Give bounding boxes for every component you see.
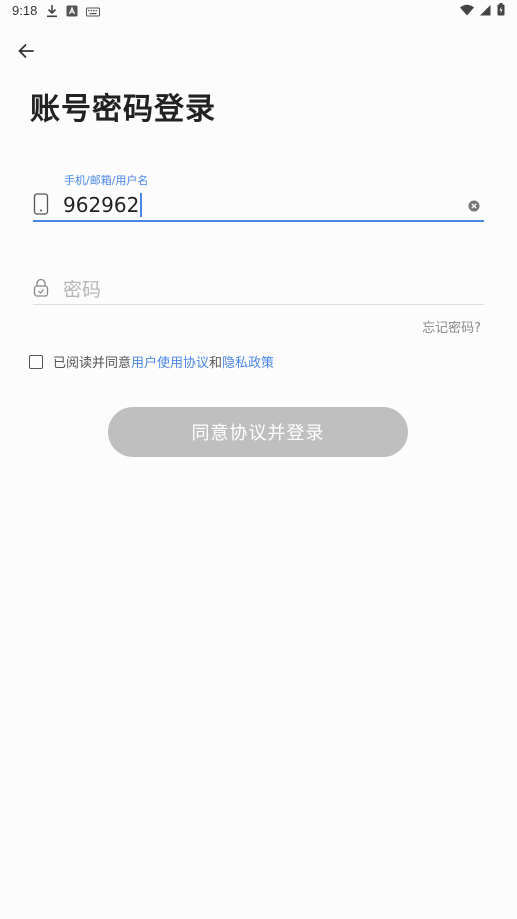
wifi-icon	[460, 4, 474, 20]
a-notification-icon	[66, 5, 78, 21]
password-input[interactable]: 密码	[63, 275, 101, 302]
terms-link[interactable]: 用户使用协议	[131, 352, 209, 371]
text-caret	[140, 193, 143, 217]
status-time: 9:18	[12, 3, 38, 18]
download-icon	[46, 4, 58, 22]
phone-input[interactable]: 962962	[63, 193, 143, 217]
phone-icon	[33, 193, 49, 219]
lock-icon	[33, 278, 49, 301]
login-button[interactable]: 同意协议并登录	[108, 407, 408, 457]
agreement-row: 已阅读并同意 用户使用协议 和 隐私政策	[29, 352, 274, 371]
agreement-prefix: 已阅读并同意	[53, 356, 132, 371]
privacy-link[interactable]: 隐私政策	[222, 352, 274, 371]
status-bar: 9:18	[0, 0, 517, 22]
battery-charging-icon	[497, 3, 505, 20]
cellular-icon	[480, 4, 491, 20]
phone-field[interactable]: 手机/邮箱/用户名 962962	[33, 170, 484, 222]
arrow-left-icon	[14, 44, 40, 68]
password-field[interactable]: 密码	[33, 268, 484, 305]
status-icons-right	[460, 3, 505, 20]
forgot-password-link[interactable]: 忘记密码?	[422, 317, 481, 336]
back-button[interactable]	[14, 38, 40, 64]
agreement-conjunction: 和	[209, 356, 223, 371]
clear-icon[interactable]	[468, 197, 480, 212]
phone-field-label: 手机/邮箱/用户名	[64, 174, 149, 187]
agreement-checkbox[interactable]	[29, 354, 43, 369]
page-title: 账号密码登录	[30, 92, 216, 127]
keyboard-icon	[86, 6, 100, 21]
phone-input-value: 962962	[63, 193, 140, 217]
status-icons-left	[46, 4, 100, 22]
